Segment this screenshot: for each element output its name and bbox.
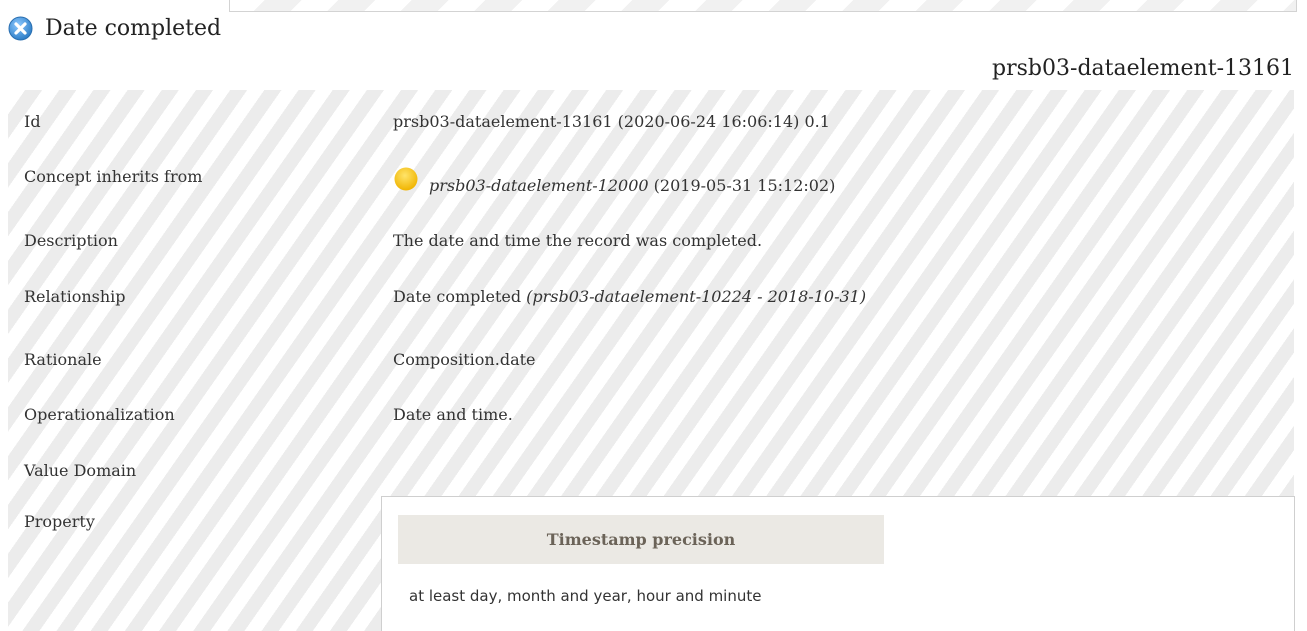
inherits-value: prsb03-dataelement-12000 (2019-05-31 15:…: [393, 167, 835, 195]
element-id-label: prsb03-dataelement-13161: [992, 56, 1294, 81]
page: Date completed prsb03-dataelement-13161 …: [0, 0, 1307, 631]
value-domain-label: Value Domain: [24, 461, 137, 480]
relationship-value: Date completed (prsb03-dataelement-10224…: [393, 287, 866, 306]
concept-heading: Date completed: [8, 16, 221, 41]
status-dot-icon: [393, 167, 419, 193]
inherits-label: Concept inherits from: [24, 167, 203, 186]
description-label: Description: [24, 231, 118, 250]
description-value: The date and time the record was complet…: [393, 231, 763, 250]
id-label: Id: [24, 112, 41, 131]
property-label: Property: [24, 512, 95, 531]
operationalization-value: Date and time.: [393, 405, 513, 424]
relationship-ref: (prsb03-dataelement-10224 - 2018-10-31): [526, 287, 867, 306]
top-panel-edge: [229, 0, 1297, 12]
concept-title: Date completed: [45, 16, 222, 41]
relationship-name: Date completed: [393, 287, 527, 306]
inherits-date: (2019-05-31 15:12:02): [648, 176, 836, 195]
property-header: Timestamp precision: [398, 515, 884, 564]
property-value: at least day, month and year, hour and m…: [409, 587, 762, 605]
inherits-link[interactable]: prsb03-dataelement-12000: [429, 176, 649, 195]
rationale-label: Rationale: [24, 350, 102, 369]
operationalization-label: Operationalization: [24, 405, 175, 424]
close-icon[interactable]: [8, 16, 33, 41]
property-table: Timestamp precision at least day, month …: [381, 496, 1295, 631]
relationship-label: Relationship: [24, 287, 126, 306]
id-value: prsb03-dataelement-13161 (2020-06-24 16:…: [393, 112, 830, 131]
rationale-value: Composition.date: [393, 350, 536, 369]
